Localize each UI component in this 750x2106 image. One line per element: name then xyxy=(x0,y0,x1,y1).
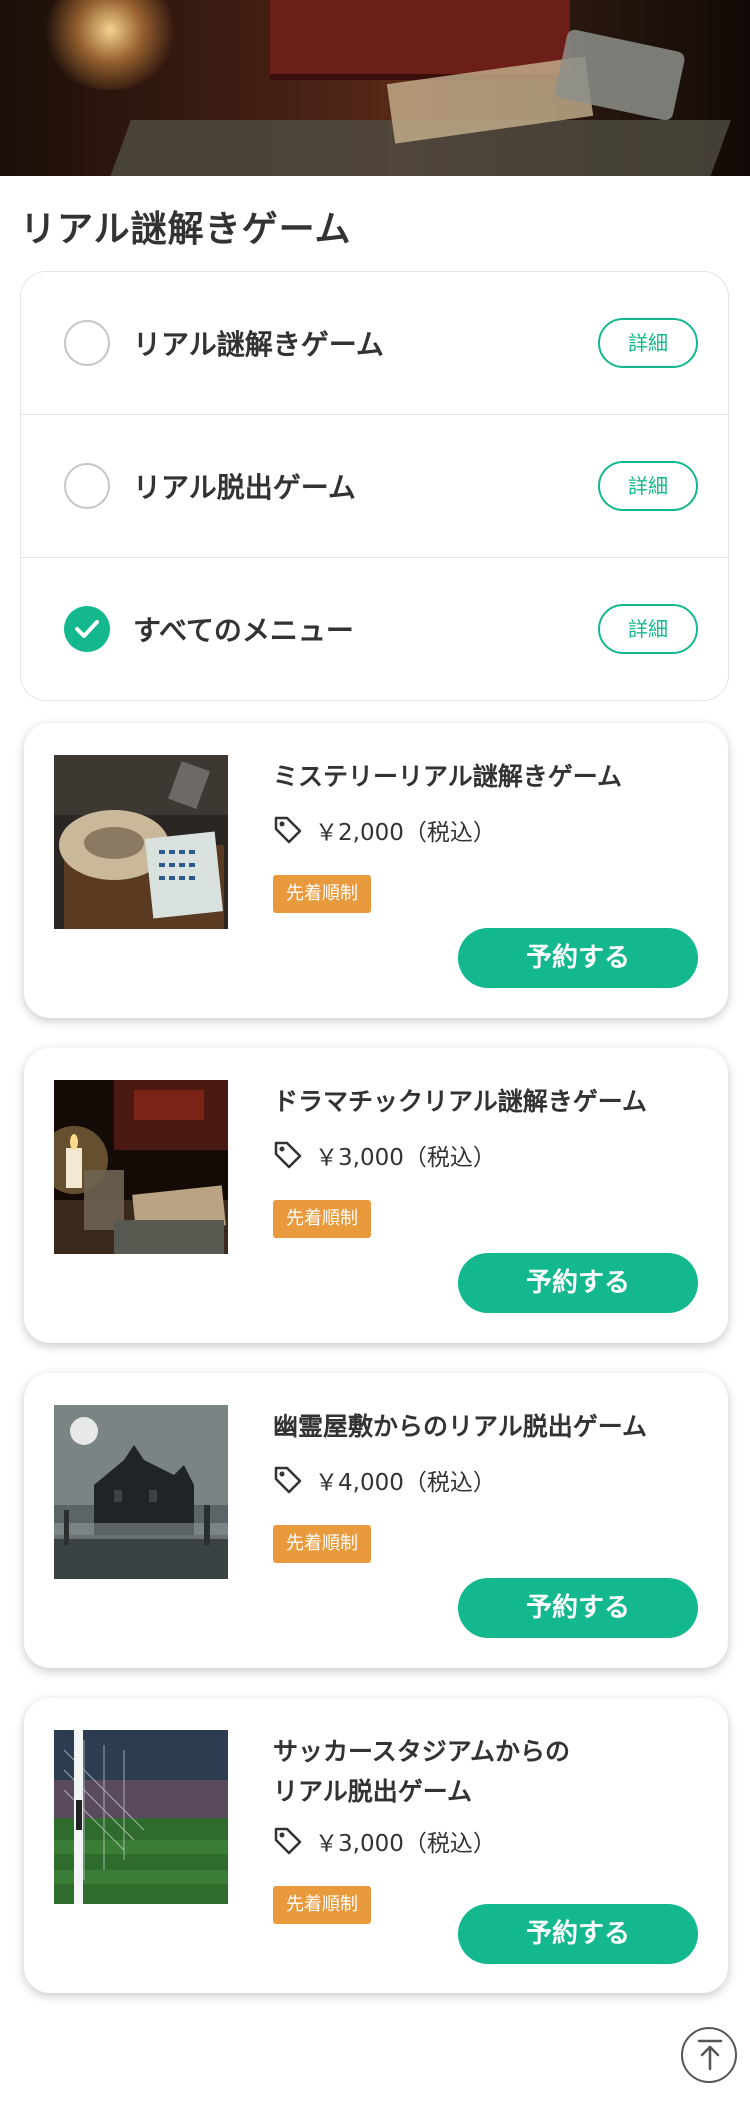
radio-button[interactable] xyxy=(64,320,110,366)
mystery-desk-image[interactable] xyxy=(54,755,228,929)
price-row: ￥4,000（税込） xyxy=(273,1463,496,1497)
price-text: ￥3,000（税込） xyxy=(315,1831,496,1857)
product-card: ドラマチックリアル謎解きゲーム ￥3,000（税込） 先着順制 予約する xyxy=(24,1048,728,1343)
card-title: サッカースタジアムからの リアル脱出ゲーム xyxy=(273,1737,571,1806)
price-text: ￥3,000（税込） xyxy=(315,1145,496,1171)
tag-icon xyxy=(274,816,302,844)
menu-item-label: すべてのメニュー xyxy=(133,614,354,647)
page-title: リアル謎解きゲーム xyxy=(20,209,352,250)
menu-item-label: リアル脱出ゲーム xyxy=(133,471,356,504)
arrow-up-icon xyxy=(697,2039,723,2071)
candle-desk-image[interactable] xyxy=(54,1080,228,1254)
status-badge: 先着順制 xyxy=(273,1886,371,1924)
status-badge: 先着順制 xyxy=(273,1200,371,1238)
menu-item-label: リアル謎解きゲーム xyxy=(133,328,384,361)
haunted-house-image[interactable] xyxy=(54,1405,228,1579)
price-text: ￥2,000（税込） xyxy=(315,820,496,846)
detail-button[interactable]: 詳細 xyxy=(598,461,698,511)
tag-icon xyxy=(274,1466,302,1494)
candle-glow xyxy=(40,0,180,90)
menu-item-real-escape[interactable]: リアル脱出ゲーム 詳細 xyxy=(21,415,728,558)
detail-button[interactable]: 詳細 xyxy=(598,318,698,368)
price-row: ￥2,000（税込） xyxy=(273,813,496,847)
reserve-button[interactable]: 予約する xyxy=(458,1904,698,1964)
price-text: ￥4,000（税込） xyxy=(315,1470,496,1496)
price-row: ￥3,000（税込） xyxy=(273,1824,496,1858)
soccer-stadium-image[interactable] xyxy=(54,1730,228,1904)
tag-icon xyxy=(274,1827,302,1855)
status-badge: 先着順制 xyxy=(273,1525,371,1563)
radio-button-checked[interactable] xyxy=(64,606,110,652)
product-card: サッカースタジアムからの リアル脱出ゲーム ￥3,000（税込） 先着順制 予約… xyxy=(24,1698,728,1993)
radio-button[interactable] xyxy=(64,463,110,509)
hero-image xyxy=(0,0,750,176)
card-title: 幽霊屋敷からのリアル脱出ゲーム xyxy=(273,1412,648,1441)
product-card: 幽霊屋敷からのリアル脱出ゲーム ￥4,000（税込） 先着順制 予約する xyxy=(24,1373,728,1668)
reserve-button[interactable]: 予約する xyxy=(458,1578,698,1638)
price-row: ￥3,000（税込） xyxy=(273,1138,496,1172)
card-title: ミステリーリアル謎解きゲーム xyxy=(273,762,623,791)
card-title: ドラマチックリアル謎解きゲーム xyxy=(273,1087,648,1116)
scroll-to-top-button[interactable] xyxy=(681,2027,737,2083)
product-card: ミステリーリアル謎解きゲーム ￥2,000（税込） 先着順制 予約する xyxy=(24,723,728,1018)
reserve-button[interactable]: 予約する xyxy=(458,1253,698,1313)
check-icon xyxy=(75,620,99,638)
detail-button[interactable]: 詳細 xyxy=(598,604,698,654)
reserve-button[interactable]: 予約する xyxy=(458,928,698,988)
menu-item-real-nazotoki[interactable]: リアル謎解きゲーム 詳細 xyxy=(21,272,728,415)
menu-item-all[interactable]: すべてのメニュー 詳細 xyxy=(21,558,728,700)
tag-icon xyxy=(274,1141,302,1169)
menu-filter-list: リアル謎解きゲーム 詳細 リアル脱出ゲーム 詳細 すべてのメニュー 詳細 xyxy=(20,271,729,701)
status-badge: 先着順制 xyxy=(273,875,371,913)
